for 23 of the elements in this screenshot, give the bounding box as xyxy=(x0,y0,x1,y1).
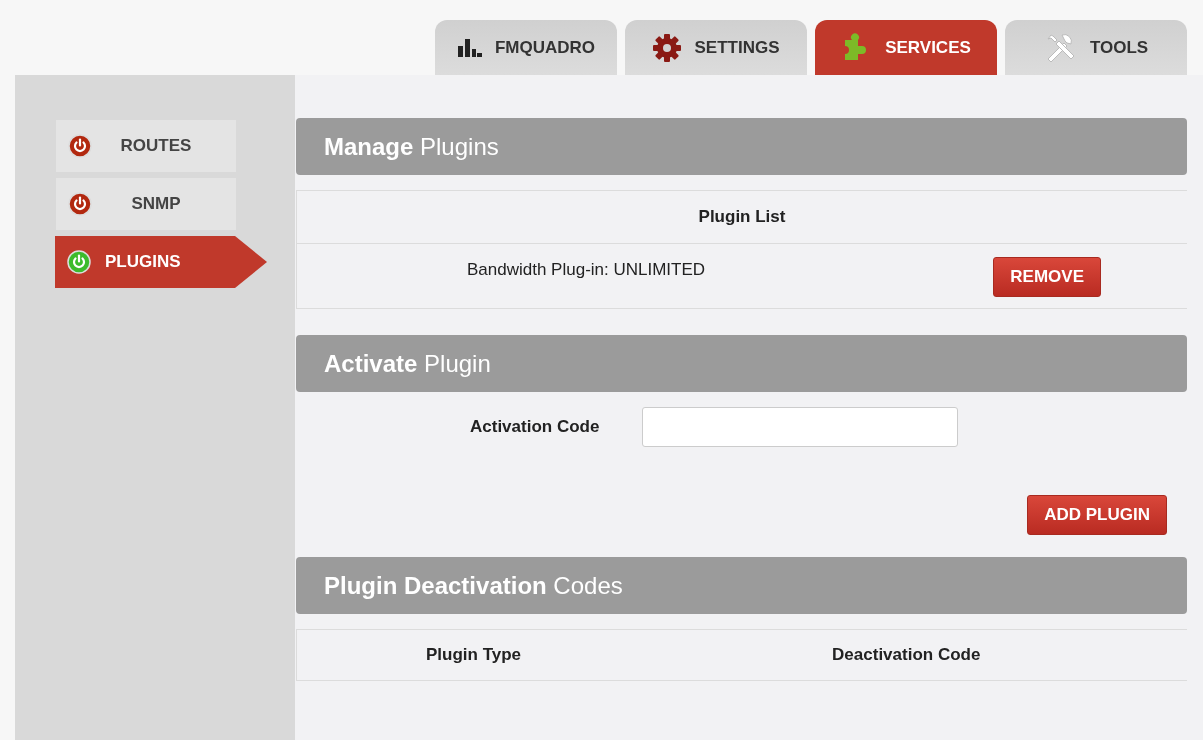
nav-tab[interactable]: SERVICES xyxy=(815,20,997,75)
section-header: Manage Plugins xyxy=(296,118,1187,175)
sidebar-item[interactable]: PLUGINS xyxy=(55,236,267,288)
add-plugin-button[interactable]: ADD PLUGIN xyxy=(1027,495,1167,535)
column-header: Plugin Type xyxy=(426,645,522,665)
column-header: Plugin List xyxy=(698,207,786,227)
power-icon xyxy=(67,250,91,274)
gear-icon xyxy=(652,32,683,63)
bar-chart-icon xyxy=(456,37,483,58)
nav-tab[interactable]: FMQUADRO xyxy=(435,20,617,75)
power-icon xyxy=(68,192,92,216)
section-header: Plugin Deactivation Codes xyxy=(296,557,1187,614)
column-header: Deactivation Code xyxy=(832,645,981,665)
sidebar-item[interactable]: SNMP xyxy=(56,178,236,230)
power-icon xyxy=(68,134,92,158)
remove-button[interactable]: REMOVE xyxy=(993,257,1101,297)
section-header: Activate Plugin xyxy=(296,335,1187,392)
sidebar-item[interactable]: ROUTES xyxy=(56,120,236,172)
plugin-name: Bandwidth Plug-in: UNLIMITED xyxy=(467,260,706,280)
field-label: Activation Code xyxy=(470,417,601,437)
nav-tab[interactable]: SETTINGS xyxy=(625,20,807,75)
activation-code-field[interactable] xyxy=(642,407,958,447)
nav-tab[interactable]: TOOLS xyxy=(1005,20,1187,75)
